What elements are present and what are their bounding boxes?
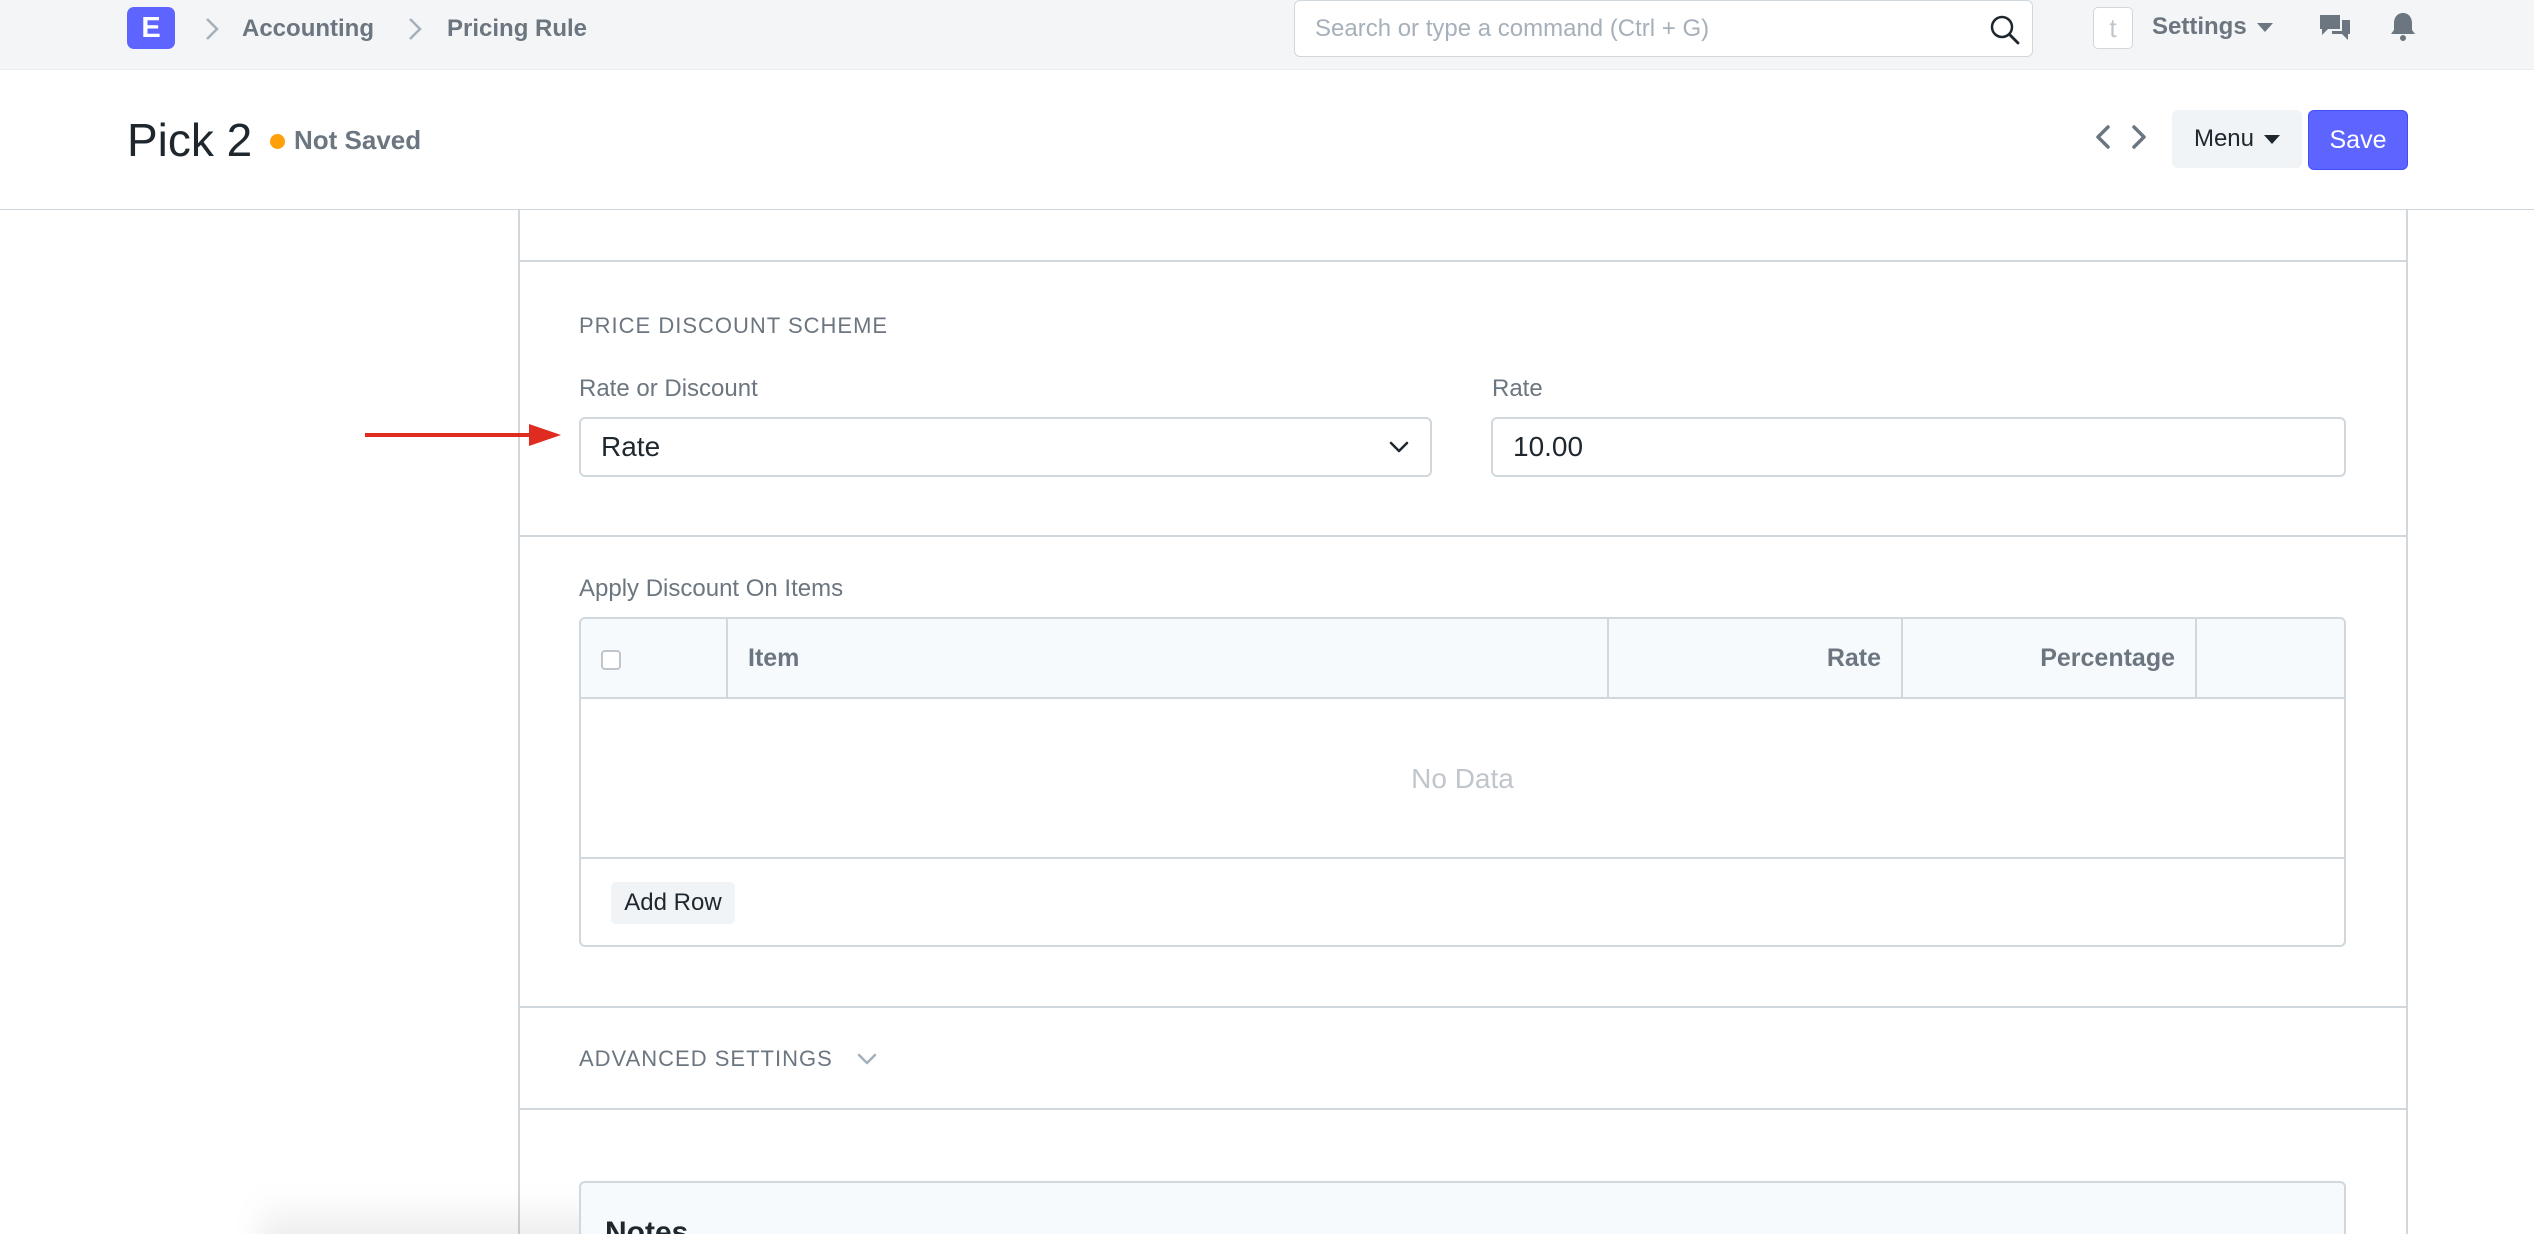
breadcrumb-accounting[interactable]: Accounting bbox=[242, 14, 374, 44]
app-logo[interactable]: E bbox=[127, 7, 175, 49]
chevron-left-icon[interactable] bbox=[2092, 120, 2114, 154]
column-header-item[interactable]: Item bbox=[728, 619, 1609, 699]
user-avatar[interactable]: t bbox=[2093, 7, 2133, 49]
annotation-arrow-icon bbox=[365, 424, 561, 446]
chevron-right-icon bbox=[409, 18, 422, 40]
section-divider bbox=[518, 535, 2408, 537]
search-bar bbox=[1294, 0, 2033, 57]
top-navbar: E Accounting Pricing Rule t Settings bbox=[0, 0, 2534, 70]
settings-label: Settings bbox=[2152, 13, 2247, 40]
rate-or-discount-select[interactable]: Rate bbox=[579, 417, 1432, 477]
status-badge: Not Saved bbox=[294, 125, 422, 155]
save-button[interactable]: Save bbox=[2308, 110, 2408, 170]
column-header-percentage[interactable]: Percentage bbox=[1903, 619, 2197, 699]
select-all-column bbox=[581, 619, 728, 699]
caret-down-icon bbox=[2256, 23, 2273, 33]
apply-discount-items-table: Item Rate Percentage No Data Add Row bbox=[579, 617, 2346, 947]
chevron-right-icon[interactable] bbox=[2128, 120, 2150, 154]
section-title-price-discount-scheme: PRICE DISCOUNT SCHEME bbox=[579, 313, 889, 338]
column-header-rate[interactable]: Rate bbox=[1609, 619, 1903, 699]
page-title: Pick 2 bbox=[127, 114, 253, 166]
page-head: Pick 2 Not Saved Menu Save bbox=[0, 70, 2534, 210]
section-divider bbox=[518, 260, 2408, 262]
bell-icon[interactable] bbox=[2388, 10, 2418, 42]
rate-or-discount-value: Rate bbox=[601, 431, 661, 462]
notes-title: Notes bbox=[605, 1216, 689, 1234]
rate-label: Rate bbox=[1492, 375, 1543, 402]
status-indicator-dot bbox=[270, 134, 285, 149]
select-all-checkbox[interactable] bbox=[601, 650, 621, 670]
caret-down-icon bbox=[2264, 135, 2281, 145]
table-empty-state: No Data bbox=[581, 699, 2344, 859]
rate-or-discount-label: Rate or Discount bbox=[579, 375, 758, 402]
search-icon[interactable] bbox=[1988, 13, 2022, 47]
section-divider bbox=[518, 1006, 2408, 1008]
table-header: Item Rate Percentage bbox=[581, 619, 2344, 699]
column-header-actions bbox=[2197, 619, 2344, 699]
chevron-down-icon bbox=[1389, 441, 1409, 453]
chevron-down-icon[interactable] bbox=[856, 1050, 878, 1068]
menu-button[interactable]: Menu bbox=[2172, 110, 2302, 168]
apply-discount-on-items-label: Apply Discount On Items bbox=[579, 575, 844, 602]
advanced-settings-toggle[interactable]: ADVANCED SETTINGS bbox=[579, 1046, 833, 1072]
chevron-right-icon bbox=[206, 18, 219, 40]
breadcrumb-pricing-rule[interactable]: Pricing Rule bbox=[447, 14, 587, 44]
search-input[interactable] bbox=[1295, 1, 1975, 56]
rate-input[interactable] bbox=[1493, 419, 2344, 475]
add-row-button[interactable]: Add Row bbox=[611, 882, 735, 924]
rate-field bbox=[1491, 417, 2346, 477]
section-divider bbox=[518, 1108, 2408, 1110]
settings-dropdown[interactable]: Settings bbox=[2152, 12, 2273, 42]
chat-icon[interactable] bbox=[2318, 12, 2352, 42]
menu-label: Menu bbox=[2193, 125, 2255, 152]
notes-section: Notes bbox=[579, 1181, 2346, 1234]
